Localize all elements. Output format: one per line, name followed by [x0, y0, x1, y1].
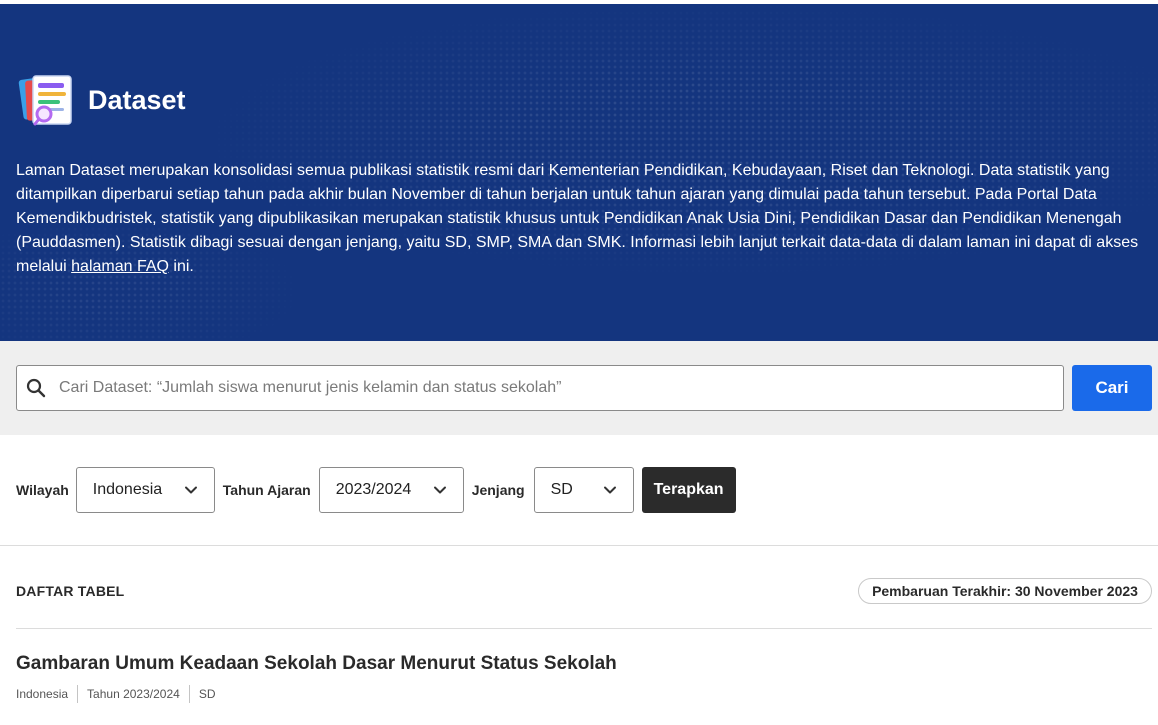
section-divider	[0, 545, 1158, 546]
table-list-heading: DAFTAR TABEL	[16, 583, 125, 599]
search-button[interactable]: Cari	[1072, 365, 1152, 411]
jenjang-select[interactable]: SD	[533, 467, 634, 513]
search-icon	[26, 378, 46, 398]
filter-bar: Wilayah Indonesia Tahun Ajaran 2023/2024…	[16, 467, 736, 513]
chevron-down-icon	[433, 486, 446, 494]
last-updated-badge: Pembaruan Terakhir: 30 November 2023	[858, 578, 1152, 604]
tahun-ajaran-select[interactable]: 2023/2024	[318, 467, 464, 513]
jenjang-value: SD	[550, 481, 573, 498]
description-text-end: ini.	[168, 258, 194, 275]
meta-wilayah: Indonesia	[16, 687, 69, 701]
jenjang-label: Jenjang	[471, 482, 525, 498]
table-title[interactable]: Gambaran Umum Keadaan Sekolah Dasar Menu…	[16, 653, 617, 675]
page-title: Dataset	[88, 84, 186, 115]
wilayah-label: Wilayah	[16, 482, 69, 498]
tahun-ajaran-label: Tahun Ajaran	[222, 482, 311, 498]
faq-link[interactable]: halaman FAQ	[71, 258, 169, 275]
chevron-down-icon	[184, 486, 197, 494]
page-description: Laman Dataset merupakan konsolidasi semu…	[16, 159, 1146, 279]
tahun-ajaran-value: 2023/2024	[335, 481, 412, 498]
chevron-down-icon	[603, 486, 616, 494]
search-input[interactable]	[57, 378, 1063, 398]
dataset-document-icon	[18, 75, 72, 126]
wilayah-select[interactable]: Indonesia	[75, 467, 215, 513]
meta-jenjang: SD	[188, 685, 225, 703]
hero-title-row: Dataset	[18, 70, 186, 130]
search-box[interactable]	[16, 365, 1064, 411]
hero-banner: Dataset Laman Dataset merupakan konsolid…	[0, 4, 1158, 341]
wilayah-value: Indonesia	[92, 481, 163, 498]
meta-tahun: Tahun 2023/2024	[77, 685, 189, 703]
table-meta: Indonesia Tahun 2023/2024 SD	[16, 684, 224, 704]
search-section: Cari	[0, 341, 1158, 435]
apply-filter-button[interactable]: Terapkan	[641, 467, 736, 513]
list-divider	[16, 628, 1152, 629]
